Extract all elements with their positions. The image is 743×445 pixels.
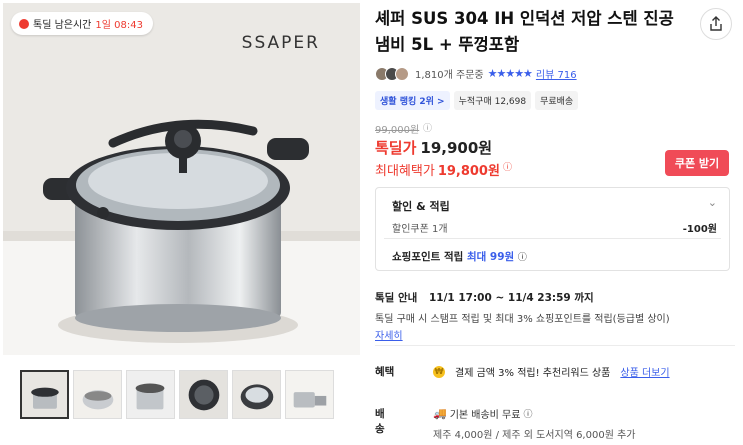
share-button[interactable] (700, 8, 732, 40)
deal-period: 11/1 17:00 ~ 11/4 23:59 까지 (428, 292, 594, 304)
deal-notice-desc: 톡딜 구매 시 스탬프 적립 및 최대 3% 쇼핑포인트를 적립(등급별 상이) (375, 314, 670, 325)
order-count: 1,810개 주문중 (415, 70, 484, 81)
point-label: 쇼핑포인트 적립 (392, 251, 464, 263)
thumbnail-5[interactable] (232, 370, 281, 419)
truck-icon: 🚚 (433, 407, 447, 420)
deal-notice-more-link[interactable]: 자세히 (375, 327, 735, 342)
sale-price-row: 톡딜가 19,900원 (375, 137, 492, 158)
thumbnail-4[interactable] (179, 370, 228, 419)
deal-notice-label: 톡딜 안내 (375, 292, 418, 304)
thumbnail-2[interactable] (73, 370, 122, 419)
benefit-row: 혜택 ₩ 결제 금액 3% 적립! 추천리워드 상품 상품 더보기 (375, 364, 670, 379)
info-icon[interactable]: ⓘ (503, 160, 512, 179)
sale-price-label: 톡딜가 (375, 139, 417, 157)
avatar (395, 66, 409, 81)
chevron-down-icon[interactable]: ⌄ (708, 196, 717, 209)
product-info: 셰퍼 SUS 304 IH 인덕션 저압 스텐 진공냄비 5L + 뚜껑포함 1… (375, 0, 743, 445)
original-price: 99,000원 (375, 125, 420, 136)
buyer-avatars (375, 66, 409, 81)
rating-stars-icon: ★★★★★ (487, 67, 533, 80)
review-link[interactable]: 리뷰 716 (536, 66, 577, 81)
deal-notice-title: 톡딜 안내 11/1 17:00 ~ 11/4 23:59 까지 (375, 290, 735, 305)
shipping-label: 배송 (375, 408, 385, 435)
thumbnail-1[interactable] (20, 370, 69, 419)
cumulative-purchase-tag: 누적구매 12,698 (453, 91, 532, 110)
info-icon[interactable]: ⓘ (423, 121, 432, 134)
share-icon (710, 16, 722, 31)
ranking-tag[interactable]: 생활 랭킹 2위 > (375, 91, 450, 110)
product-title: 셰퍼 SUS 304 IH 인덕션 저압 스텐 진공냄비 5L + 뚜껑포함 (375, 9, 674, 54)
max-benefit-label: 최대혜택가 (375, 164, 435, 179)
benefit-label: 혜택 (375, 366, 395, 378)
coupon-row: 할인쿠폰 1개 -100원 (392, 220, 717, 235)
thumbnail-6[interactable] (285, 370, 334, 419)
deal-timer-badge: 톡딜 남은시간 1일 08:43 (11, 12, 153, 35)
deal-timer-label: 톡딜 남은시간 (33, 20, 92, 31)
info-icon[interactable]: ⓘ (523, 407, 532, 420)
shipping-fee: 기본 배송비 무료 (449, 410, 521, 421)
shipping-extra: 제주 4,000원 / 제주 외 도서지역 6,000원 추가 (433, 430, 636, 441)
clock-icon (19, 18, 29, 29)
product-tags: 생활 랭킹 2위 > 누적구매 12,698 무료배송 (375, 91, 579, 110)
brand-logo: SSAPER (241, 33, 320, 53)
product-page: 톡딜 남은시간 1일 08:43 SSAPER 셰퍼 SUS 304 IH 인덕… (0, 0, 743, 445)
shipping-line-1: 🚚 기본 배송비 무료 ⓘ (433, 406, 733, 421)
order-meta: 1,810개 주문중 ★★★★★ 리뷰 716 (375, 66, 577, 81)
product-image[interactable]: 톡딜 남은시간 1일 08:43 SSAPER (3, 3, 360, 355)
benefit-more-link[interactable]: 상품 더보기 (620, 364, 669, 379)
pot-photo (3, 3, 360, 355)
deal-timer-value: 1일 08:43 (95, 20, 143, 31)
coin-icon: ₩ (433, 365, 445, 378)
coupon-button[interactable]: 쿠폰 받기 (665, 150, 729, 176)
discount-box: 할인 & 적립 ⌄ 할인쿠폰 1개 -100원 쇼핑포인트 적립 최대 99원 … (375, 187, 730, 271)
point-row: 쇼핑포인트 적립 최대 99원 ⓘ (392, 249, 527, 264)
thumbnail-strip (20, 370, 334, 419)
max-benefit-row: 최대혜택가 19,800원 ⓘ (375, 160, 512, 179)
point-value: 최대 99원 (466, 251, 515, 263)
sale-price: 19,900원 (420, 139, 493, 157)
free-shipping-tag: 무료배송 (535, 91, 579, 110)
coupon-value: -100원 (682, 224, 717, 235)
deal-notice: 톡딜 안내 11/1 17:00 ~ 11/4 23:59 까지 톡딜 구매 시… (375, 290, 735, 342)
discount-header: 할인 & 적립 (392, 200, 450, 213)
divider (375, 345, 735, 346)
benefit-text: 결제 금액 3% 적립! 추천리워드 상품 (455, 368, 611, 379)
coupon-label: 할인쿠폰 1개 (392, 224, 448, 235)
thumbnail-3[interactable] (126, 370, 175, 419)
info-icon[interactable]: ⓘ (518, 253, 527, 263)
max-benefit-price: 19,800원 (437, 164, 500, 179)
divider (384, 238, 721, 239)
